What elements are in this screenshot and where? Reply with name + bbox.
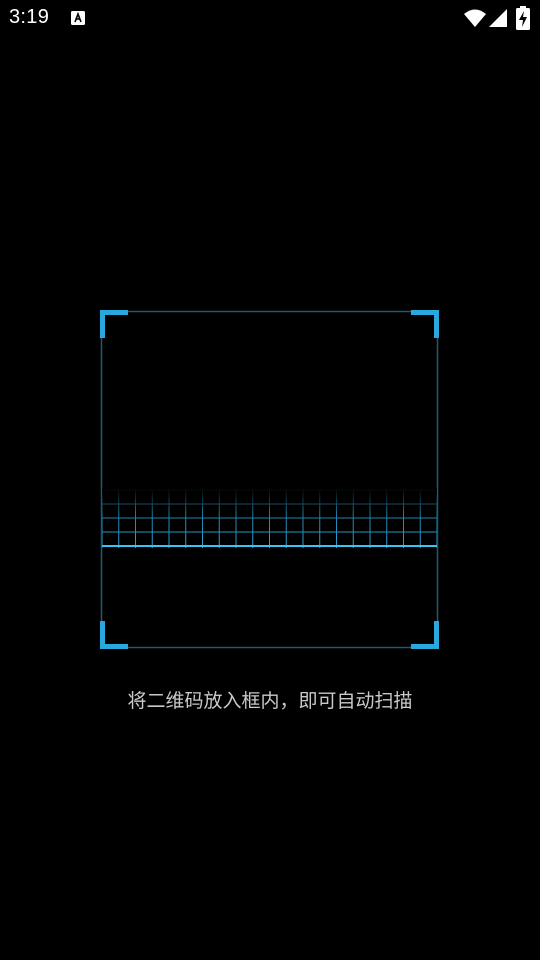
status-bar: 3:19 bbox=[0, 0, 540, 36]
status-time: 3:19 bbox=[9, 6, 50, 28]
corner-bottom-left bbox=[100, 621, 128, 649]
a-square-icon bbox=[71, 11, 85, 25]
battery-charging-icon bbox=[516, 6, 530, 30]
corner-top-left bbox=[100, 310, 128, 338]
wifi-icon bbox=[464, 9, 486, 27]
qr-scanner-viewfinder bbox=[100, 310, 439, 649]
corner-top-right bbox=[411, 310, 439, 338]
scan-line-grid bbox=[102, 488, 437, 548]
scan-hint-text: 将二维码放入框内，即可自动扫描 bbox=[127, 690, 413, 712]
cell-signal-icon bbox=[489, 9, 507, 27]
scan-frame-border bbox=[100, 310, 439, 649]
corner-bottom-right bbox=[411, 621, 439, 649]
